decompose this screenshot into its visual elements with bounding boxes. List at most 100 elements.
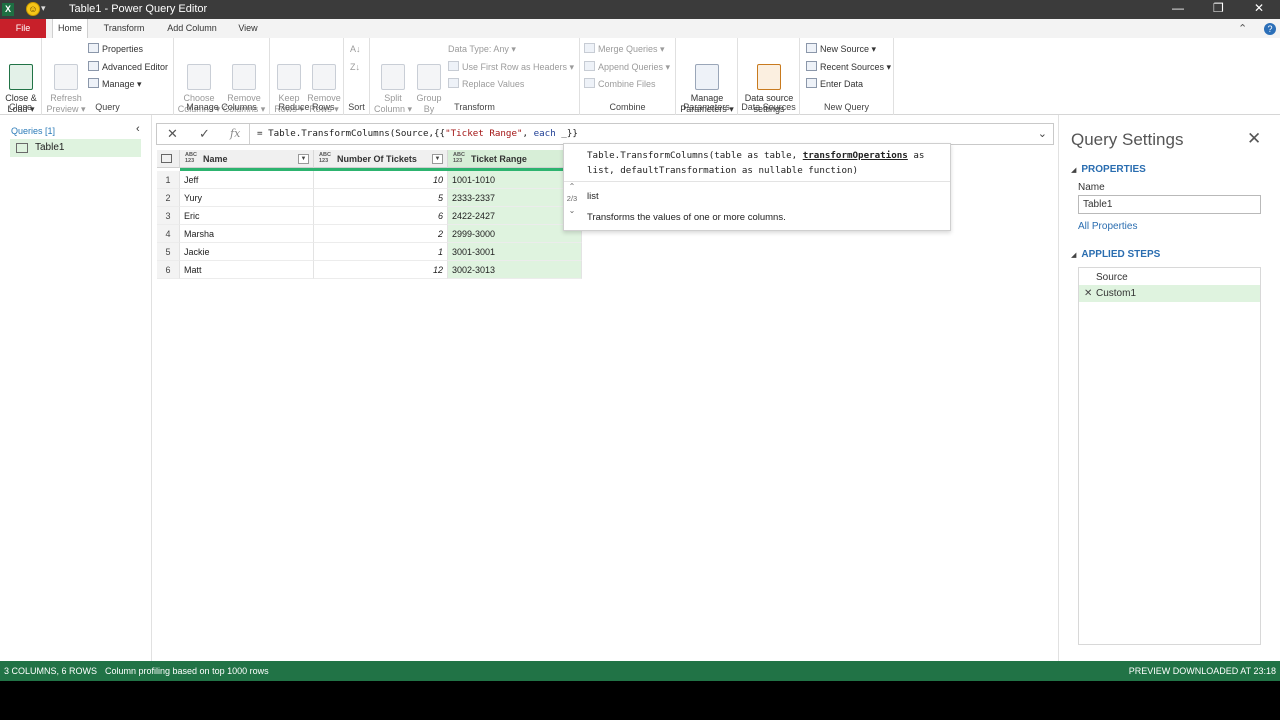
cell-name[interactable]: Yury: [180, 189, 314, 207]
filter-dropdown-icon[interactable]: ▼: [298, 154, 309, 164]
popup-divider: [564, 181, 950, 182]
use-first-row-headers-button[interactable]: Use First Row as Headers ▾: [448, 60, 574, 75]
smiley-feedback-icon[interactable]: ☺: [26, 2, 40, 16]
group-combine: Merge Queries ▾ Append Queries ▾ Combine…: [580, 38, 676, 115]
group-by-button[interactable]: Group By: [413, 42, 445, 126]
cell-ticket-range[interactable]: 3001-3001: [448, 243, 582, 261]
close-settings-icon[interactable]: ✕: [1247, 129, 1261, 149]
remove-rows-button[interactable]: Remove Rows ▾: [306, 42, 342, 126]
cell-tickets[interactable]: 10: [314, 171, 448, 189]
cell-tickets[interactable]: 5: [314, 189, 448, 207]
group-label: Close: [8, 102, 32, 112]
cell-name[interactable]: Matt: [180, 261, 314, 279]
expand-formula-icon[interactable]: ⌄: [1038, 127, 1047, 140]
data-source-settings-button[interactable]: Data source settings: [741, 42, 797, 126]
cell-tickets[interactable]: 1: [314, 243, 448, 261]
collapse-queries-icon[interactable]: ‹: [136, 123, 140, 135]
group-new-query: New Source ▾ Recent Sources ▾ Enter Data…: [800, 38, 894, 115]
cell-ticket-range[interactable]: 3002-3013: [448, 261, 582, 279]
query-item-table1[interactable]: Table1: [10, 139, 141, 157]
chevron-down-icon[interactable]: ⌄: [564, 205, 580, 217]
merge-queries-button[interactable]: Merge Queries ▾: [584, 42, 665, 57]
close-window-button[interactable]: ✕: [1254, 1, 1264, 15]
restore-button[interactable]: ❐: [1213, 1, 1224, 15]
column-header-name[interactable]: ABC 123 Name ▼: [180, 150, 314, 168]
fx-icon[interactable]: fx: [230, 127, 240, 140]
query-name-input[interactable]: [1078, 195, 1261, 214]
manage-button[interactable]: Manage ▾: [88, 77, 142, 92]
status-preview-downloaded: PREVIEW DOWNLOADED AT 23:18: [1128, 666, 1276, 676]
refresh-preview-button[interactable]: Refresh Preview ▾: [45, 42, 87, 126]
cell-tickets[interactable]: 2: [314, 225, 448, 243]
step-custom1[interactable]: ✕ Custom1: [1079, 285, 1260, 302]
group-label: Query: [95, 102, 120, 112]
tab-home[interactable]: Home: [52, 19, 88, 38]
status-columns-rows: 3 COLUMNS, 6 ROWS: [4, 666, 98, 676]
all-properties-link[interactable]: All Properties: [1078, 221, 1137, 232]
title-bar: X ☺ ▾ Table1 - Power Query Editor — ❐ ✕: [0, 0, 1280, 19]
collapse-ribbon-icon[interactable]: ⌃: [1238, 22, 1247, 35]
data-type-dropdown[interactable]: Data Type: Any ▾: [448, 42, 516, 57]
cell-name[interactable]: Eric: [180, 207, 314, 225]
cell-ticket-range[interactable]: 2333-2337: [448, 189, 582, 207]
advanced-editor-icon: [88, 61, 99, 71]
sort-descending-icon[interactable]: Z↓: [350, 60, 360, 75]
append-icon: [584, 61, 595, 71]
split-column-icon: [381, 64, 405, 90]
help-icon[interactable]: ?: [1264, 23, 1276, 35]
table-menu-button[interactable]: [157, 150, 180, 168]
delete-step-icon[interactable]: ✕: [1084, 285, 1092, 302]
cell-tickets[interactable]: 6: [314, 207, 448, 225]
cell-ticket-range[interactable]: 2422-2427: [448, 207, 582, 225]
headers-icon: [448, 61, 459, 71]
formula-input[interactable]: = Table.TransformColumns(Source,{{"Ticke…: [257, 128, 578, 139]
split-column-button[interactable]: Split Column ▾: [373, 42, 413, 126]
properties-header[interactable]: ◢ PROPERTIES: [1071, 164, 1146, 175]
replace-values-button[interactable]: Replace Values: [448, 77, 524, 92]
cancel-formula-icon[interactable]: ✕: [167, 126, 178, 142]
tab-add-column[interactable]: Add Column: [160, 19, 224, 38]
manage-parameters-button[interactable]: Manage Parameters ▾: [679, 42, 735, 126]
row-number: 2: [157, 189, 180, 207]
commit-formula-icon[interactable]: ✓: [199, 126, 210, 142]
cell-ticket-range[interactable]: 1001-1010: [448, 171, 582, 189]
enter-data-button[interactable]: Enter Data: [806, 77, 863, 92]
filter-dropdown-icon[interactable]: ▼: [432, 154, 443, 164]
merge-icon: [584, 43, 595, 53]
chevron-up-icon[interactable]: ⌃: [564, 181, 580, 193]
properties-button[interactable]: Properties: [88, 42, 143, 57]
row-number: 5: [157, 243, 180, 261]
remove-columns-button[interactable]: Remove Columns ▾: [222, 42, 266, 126]
remove-rows-icon: [312, 64, 336, 90]
cell-ticket-range[interactable]: 2999-3000: [448, 225, 582, 243]
tab-file[interactable]: File: [0, 19, 46, 38]
column-header-ticket-range[interactable]: ABC 123 Ticket Range: [448, 150, 582, 168]
advanced-editor-button[interactable]: Advanced Editor: [88, 60, 168, 75]
group-label: Combine: [609, 102, 646, 112]
combine-files-icon: [584, 78, 595, 88]
new-source-button[interactable]: New Source ▾: [806, 42, 876, 57]
cell-name[interactable]: Jeff: [180, 171, 314, 189]
append-queries-button[interactable]: Append Queries ▾: [584, 60, 670, 75]
cell-tickets[interactable]: 12: [314, 261, 448, 279]
cell-name[interactable]: Marsha: [180, 225, 314, 243]
sort-ascending-icon[interactable]: A↓: [350, 42, 361, 57]
combine-files-button[interactable]: Combine Files: [584, 77, 656, 92]
keep-rows-button[interactable]: Keep Rows ▾: [272, 42, 306, 126]
minimize-button[interactable]: —: [1172, 1, 1184, 15]
step-source[interactable]: Source: [1079, 269, 1260, 286]
group-sort: A↓ Z↓ Sort: [344, 38, 370, 115]
applied-steps-header[interactable]: ◢ APPLIED STEPS: [1071, 249, 1160, 260]
tab-transform[interactable]: Transform: [96, 19, 152, 38]
close-load-button[interactable]: Close & Load ▾: [3, 42, 39, 126]
ribbon: Close & Load ▾ Close Refresh Preview ▾ P…: [0, 38, 1280, 115]
status-profiling[interactable]: Column profiling based on top 1000 rows: [105, 661, 269, 681]
choose-columns-button[interactable]: Choose Columns ▾: [177, 42, 221, 126]
row-number: 1: [157, 171, 180, 189]
column-header-number-of-tickets[interactable]: ABC 123 Number Of Tickets ▼: [314, 150, 448, 168]
quick-access-dropdown-icon[interactable]: ▾: [41, 3, 46, 14]
cell-name[interactable]: Jackie: [180, 243, 314, 261]
tab-view[interactable]: View: [232, 19, 264, 38]
recent-sources-button[interactable]: Recent Sources ▾: [806, 60, 891, 75]
overload-navigator[interactable]: ⌃ 2/3 ⌄: [564, 181, 580, 231]
